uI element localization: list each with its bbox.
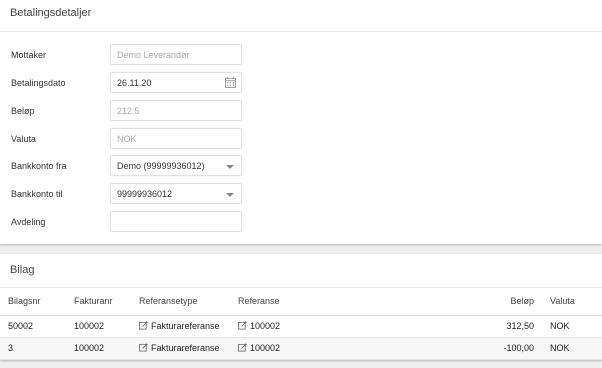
form-row-belop: Beløp 212.5	[0, 100, 602, 122]
avdeling-field[interactable]	[110, 211, 242, 232]
betalingsdato-value: 26.11.20	[117, 78, 152, 88]
form-row-bankkonto-til: Bankkonto til 99999936012	[0, 183, 602, 205]
bankkonto-til-label: Bankkonto til	[11, 189, 63, 199]
chevron-down-icon[interactable]	[226, 165, 234, 169]
cell-bilagsnr: 50002	[0, 315, 66, 338]
divider	[0, 31, 602, 32]
edit-icon[interactable]	[139, 321, 148, 330]
betalingsdato-label: Betalingsdato	[11, 78, 66, 88]
referanse-text: 100002	[250, 321, 281, 331]
form-row-valuta: Valuta NOK	[0, 128, 602, 150]
col-header-fakturanr[interactable]: Fakturanr	[66, 288, 131, 316]
col-header-belop[interactable]: Beløp	[460, 288, 542, 316]
cell-fakturanr: 100002	[66, 315, 131, 338]
edit-icon[interactable]	[238, 321, 247, 330]
bankkonto-til-select[interactable]: 99999936012	[110, 183, 242, 204]
form-row-betalingsdato: Betalingsdato 26.11.20	[0, 72, 602, 94]
calendar-icon[interactable]	[225, 77, 236, 88]
valuta-label: Valuta	[11, 134, 36, 144]
form-row-avdeling: Avdeling	[0, 211, 602, 233]
cell-fakturanr: 100002	[66, 337, 131, 360]
mottaker-field[interactable]: Demo Leverandør	[110, 44, 242, 65]
bankkonto-fra-label: Bankkonto fra	[11, 161, 67, 171]
referansetype-text: Fakturareferanse	[151, 321, 220, 331]
cell-referansetype[interactable]: Fakturareferanse	[131, 315, 230, 338]
col-header-referansetype[interactable]: Referansetype	[131, 288, 230, 316]
form-row-mottaker: Mottaker Demo Leverandør	[0, 44, 602, 66]
cell-bilagsnr: 3	[0, 337, 66, 360]
belop-field[interactable]: 212.5	[110, 100, 242, 121]
belop-label: Beløp	[11, 106, 35, 116]
referansetype-text: Fakturareferanse	[151, 343, 220, 353]
bilag-card: Bilag Bilagsnr Fakturanr Referansetype R…	[0, 254, 602, 360]
cell-valuta: NOK	[542, 315, 602, 338]
table-header-row: Bilagsnr Fakturanr Referansetype Referan…	[0, 288, 602, 316]
cell-referansetype[interactable]: Fakturareferanse	[131, 337, 230, 360]
cell-referanse[interactable]: 100002	[230, 315, 460, 338]
bankkonto-til-value: 99999936012	[117, 189, 173, 199]
edit-icon[interactable]	[238, 343, 247, 352]
valuta-field[interactable]: NOK	[110, 128, 242, 149]
cell-referanse[interactable]: 100002	[230, 337, 460, 360]
mottaker-label: Mottaker	[11, 50, 47, 60]
avdeling-label: Avdeling	[11, 217, 46, 227]
betalingsdato-field[interactable]: 26.11.20	[110, 72, 242, 93]
col-header-valuta[interactable]: Valuta	[542, 288, 602, 316]
payment-details-title: Betalingsdetaljer	[10, 7, 92, 19]
bankkonto-fra-value: Demo (99999936012)	[117, 161, 205, 171]
edit-icon[interactable]	[139, 343, 148, 352]
bilag-title: Bilag	[10, 264, 35, 276]
form-row-bankkonto-fra: Bankkonto fra Demo (99999936012)	[0, 155, 602, 177]
cell-valuta: NOK	[542, 337, 602, 360]
col-header-referanse[interactable]: Referanse	[230, 288, 460, 316]
referanse-text: 100002	[250, 343, 281, 353]
bankkonto-fra-select[interactable]: Demo (99999936012)	[110, 155, 242, 176]
payment-details-card: Betalingsdetaljer Mottaker Demo Leverand…	[0, 0, 602, 244]
cell-belop: -100,00	[460, 337, 542, 360]
chevron-down-icon[interactable]	[226, 193, 234, 197]
table-row[interactable]: 3 100002 Fakturareferanse 100002 -100,00…	[0, 337, 602, 360]
table-row[interactable]: 50002 100002 Fakturareferanse 100002 312…	[0, 315, 602, 338]
col-header-bilagsnr[interactable]: Bilagsnr	[0, 288, 66, 316]
bilag-table: Bilagsnr Fakturanr Referansetype Referan…	[0, 288, 602, 360]
cell-belop: 312,50	[460, 315, 542, 338]
